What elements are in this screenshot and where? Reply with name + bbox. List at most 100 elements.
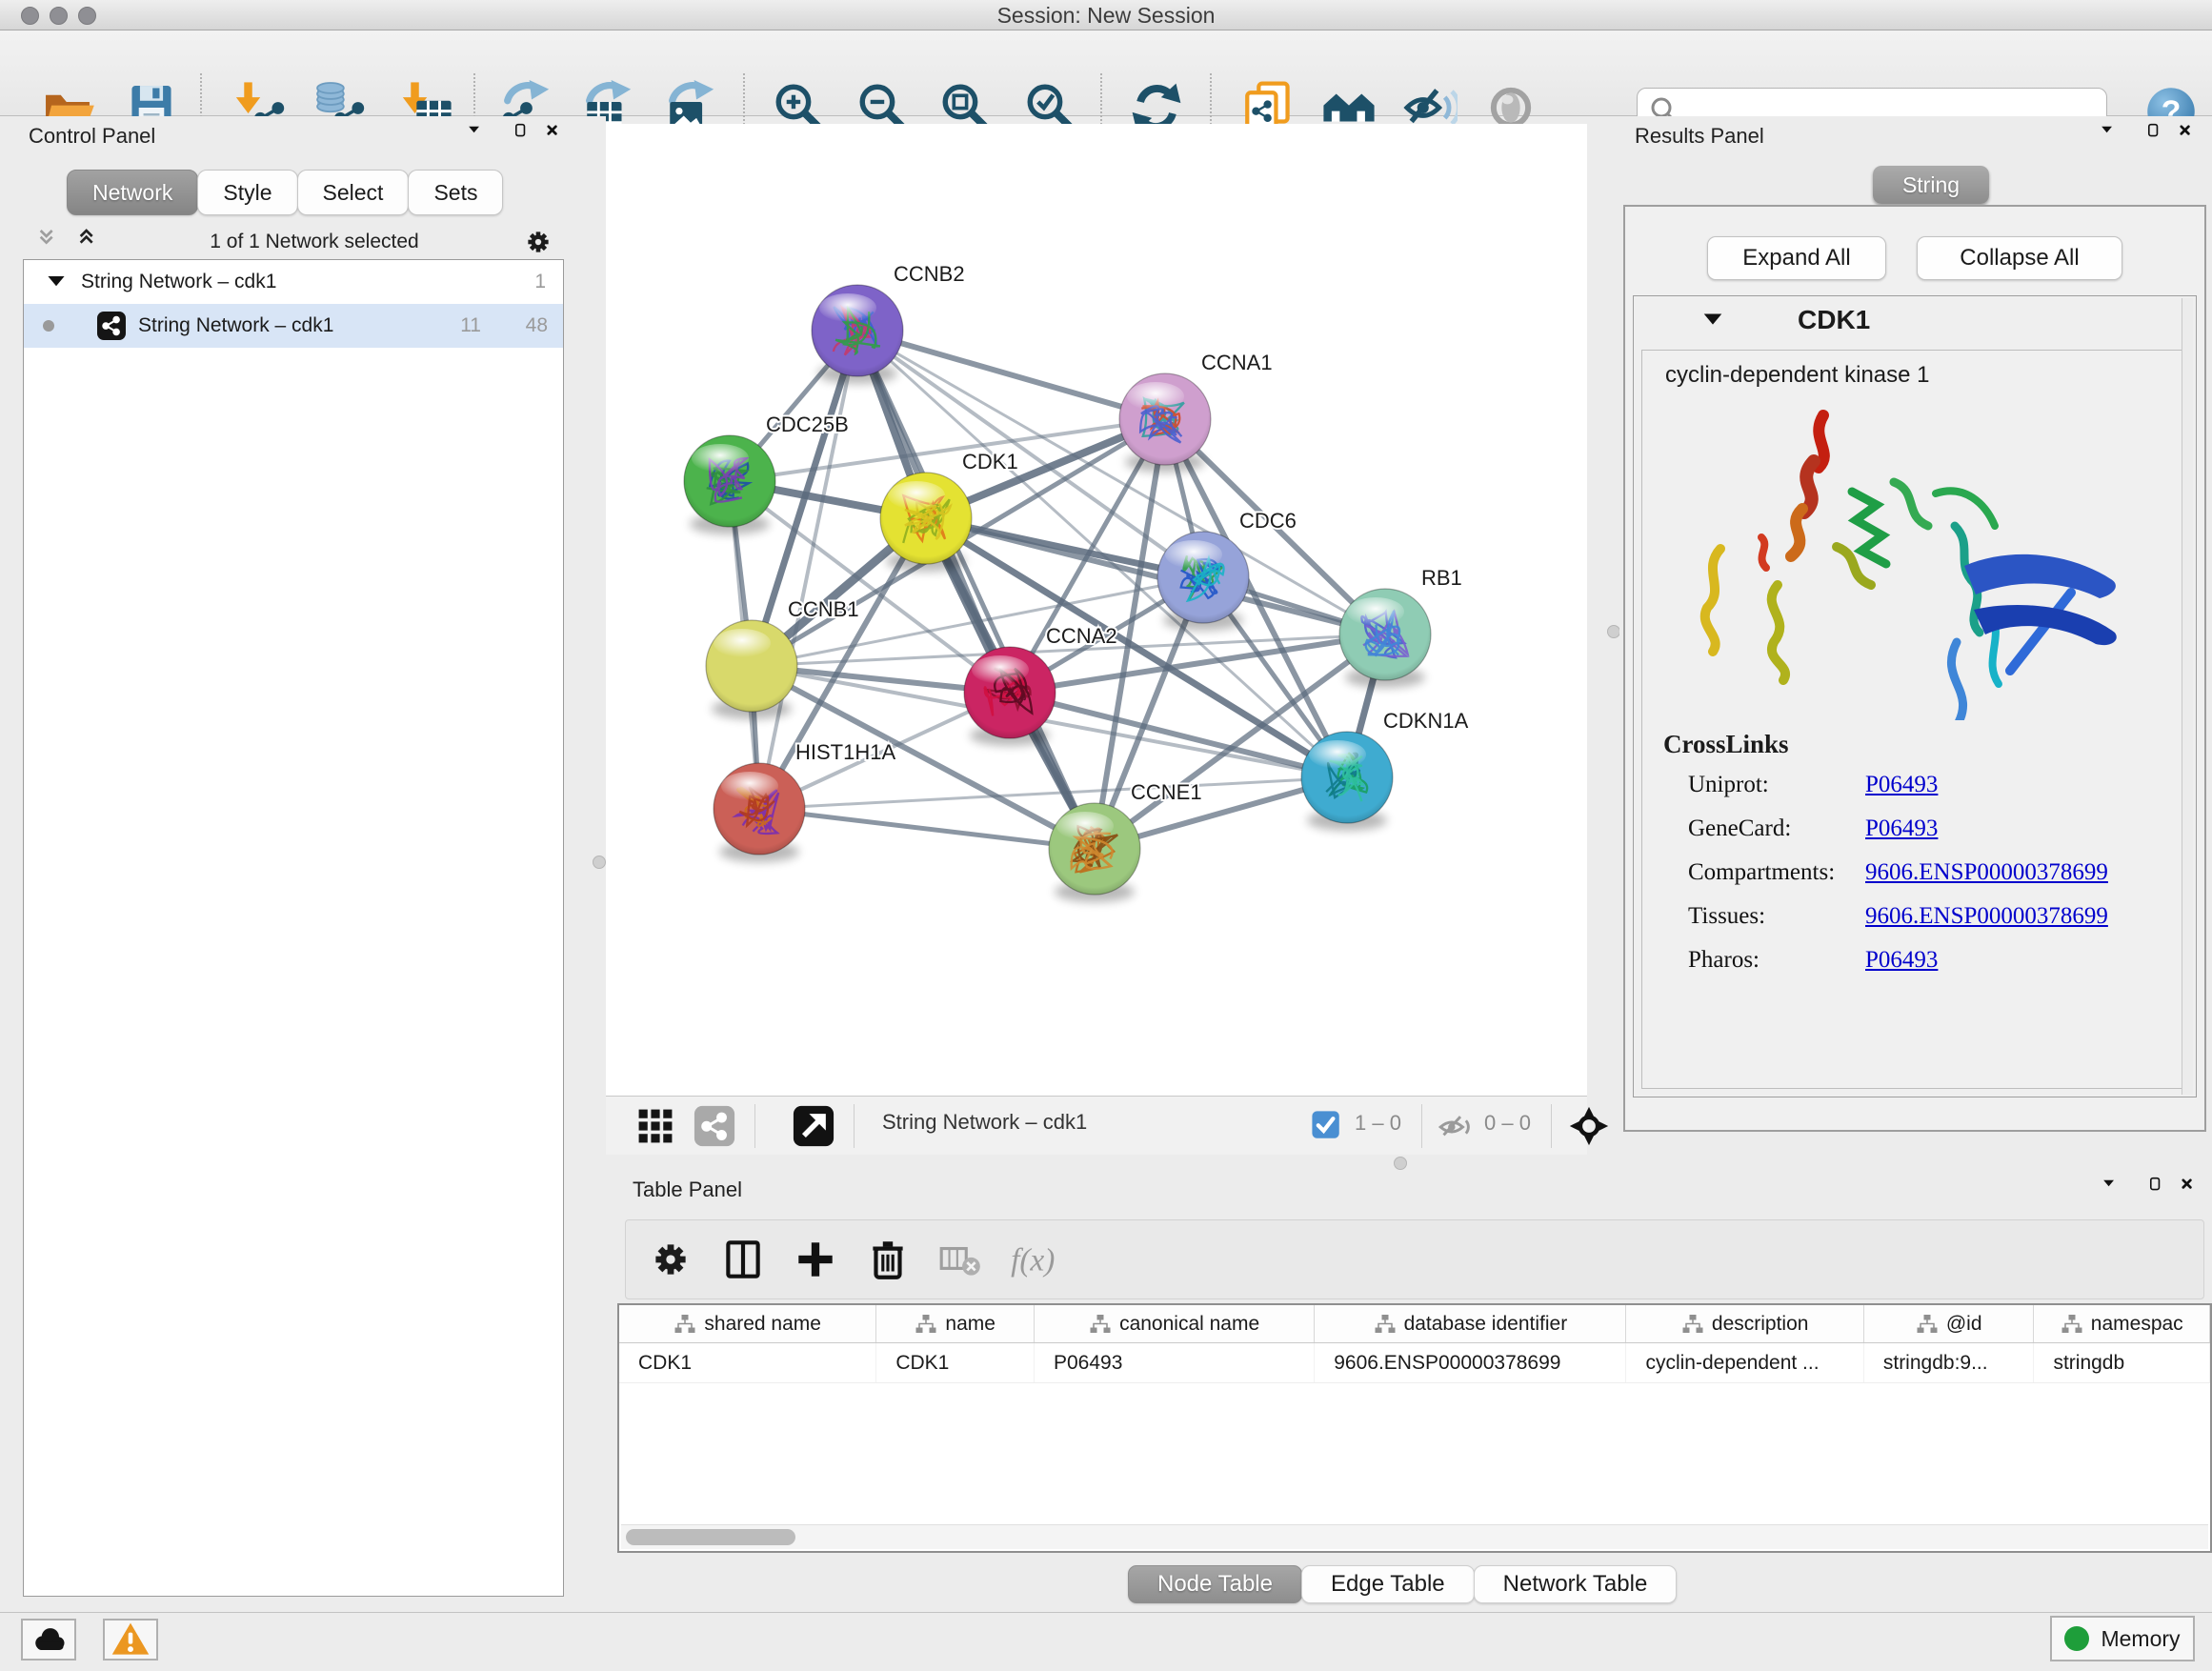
node-label: CCNA1 (1201, 351, 1273, 374)
network-node-CDC6[interactable]: CDC6 (1157, 509, 1297, 631)
network-tree-row[interactable]: String Network – cdk1 11 48 (24, 304, 563, 348)
panel-close-icon[interactable] (2176, 122, 2204, 149)
grid-view-icon[interactable] (634, 1105, 676, 1147)
table-hscrollbar (621, 1524, 2208, 1549)
network-node-RB1[interactable]: RB1 (1339, 566, 1462, 688)
network-tree: String Network – cdk1 1 String Network –… (23, 259, 564, 1597)
left-splitter-handle[interactable] (593, 856, 606, 869)
table-row[interactable]: CDK1CDK1P064939606.ENSP00000378699cyclin… (619, 1343, 2210, 1383)
column-sort-icon (674, 1313, 696, 1336)
table-cell[interactable]: CDK1 (619, 1343, 876, 1382)
table-cell[interactable]: stringdb:9... (1864, 1343, 2035, 1382)
table-cell[interactable]: P06493 (1035, 1343, 1315, 1382)
hidden-nodes-eye-icon[interactable] (1437, 1108, 1475, 1146)
network-tree-row[interactable]: String Network – cdk1 1 (24, 260, 563, 304)
column-header-shared-name[interactable]: shared name (619, 1305, 876, 1342)
column-header-name[interactable]: name (876, 1305, 1035, 1342)
tab-network[interactable]: Network (67, 170, 198, 215)
column-header-canonical-name[interactable]: canonical name (1035, 1305, 1315, 1342)
crosslink-link[interactable]: 9606.ENSP00000378699 (1865, 903, 2108, 947)
warning-icon (110, 1619, 151, 1661)
crosslink-link[interactable]: P06493 (1865, 947, 1938, 991)
network-node-CCNB2[interactable]: CCNB2 (812, 262, 965, 384)
add-icon[interactable] (792, 1236, 839, 1283)
panel-close-icon[interactable] (543, 122, 572, 149)
warnings-button[interactable] (103, 1619, 158, 1661)
network-node-CDKN1A[interactable]: CDKN1A (1301, 709, 1469, 831)
table-cell[interactable]: CDK1 (876, 1343, 1035, 1382)
column-header-namespac[interactable]: namespac (2034, 1305, 2210, 1342)
tab-sets[interactable]: Sets (408, 170, 503, 215)
network-options-gear-icon[interactable] (522, 226, 554, 258)
delete-column-icon[interactable] (936, 1236, 984, 1283)
memory-button[interactable]: Memory (2050, 1616, 2195, 1661)
table-cell[interactable]: 9606.ENSP00000378699 (1315, 1343, 1626, 1382)
crosslink-link[interactable]: 9606.ENSP00000378699 (1865, 859, 2108, 903)
network-share-icon[interactable] (694, 1105, 735, 1147)
hscrollbar-thumb[interactable] (626, 1529, 795, 1545)
bottom-splitter-handle[interactable] (1394, 1157, 1407, 1170)
cloud-button[interactable] (21, 1619, 76, 1661)
crosslink-link[interactable]: P06493 (1865, 772, 1938, 815)
column-label: namespac (2091, 1313, 2183, 1336)
column-header-database-identifier[interactable]: database identifier (1315, 1305, 1626, 1342)
tab-select[interactable]: Select (297, 170, 410, 215)
expand-caret-icon[interactable] (45, 271, 68, 293)
panel-menu-caret-icon[interactable] (2100, 1176, 2128, 1202)
string-network-icon (96, 311, 127, 341)
network-node-HIST1H1A[interactable]: HIST1H1A (714, 740, 895, 862)
tab-network-table[interactable]: Network Table (1474, 1565, 1678, 1603)
tab-style[interactable]: Style (197, 170, 297, 215)
selected-nodes-checkbox[interactable] (1311, 1110, 1343, 1142)
table-cell[interactable]: stringdb (2034, 1343, 2210, 1382)
collapse-caret-icon (1700, 308, 1725, 332)
network-node-CDK1[interactable]: CDK1 (880, 450, 1018, 572)
crosslinks-heading: CrossLinks (1663, 730, 1789, 759)
memory-label: Memory (2101, 1626, 2180, 1652)
current-network-dot (43, 320, 54, 332)
right-splitter-handle[interactable] (1607, 625, 1620, 638)
table-header-row: shared name name canonical namedatabase id… (619, 1305, 2210, 1343)
collapse-all-networks-icon[interactable] (36, 227, 67, 257)
node-table: shared name name canonical namedatabase id… (617, 1303, 2212, 1553)
fit-content-crosshair-icon[interactable] (1568, 1105, 1610, 1147)
expand-all-button[interactable]: Expand All (1707, 236, 1886, 280)
crosslink-row: Uniprot: P06493 (1688, 772, 2174, 815)
gene-section-header[interactable]: CDK1 (1634, 296, 2196, 344)
network-canvas[interactable]: CCNB2 CCNA1 CDC25B CDK1 (606, 124, 1587, 1096)
collapse-all-button[interactable]: Collapse All (1917, 236, 2122, 280)
tab-edge-table[interactable]: Edge Table (1301, 1565, 1475, 1603)
panel-float-icon[interactable] (2143, 122, 2172, 149)
fx-icon[interactable]: f(x) (1009, 1236, 1056, 1283)
column-label: name (945, 1313, 995, 1336)
network-node-CDC25B[interactable]: CDC25B (684, 413, 849, 534)
column-header-@id[interactable]: @id (1864, 1305, 2035, 1342)
panel-menu-caret-icon[interactable] (2098, 122, 2126, 149)
table-cell[interactable]: cyclin-dependent ... (1626, 1343, 1863, 1382)
title-bar: Session: New Session (0, 0, 2212, 30)
crosslink-label: Tissues: (1688, 903, 1865, 947)
network-selected-status: 1 of 1 Network selected (107, 231, 522, 253)
network-graph[interactable]: CCNB2 CCNA1 CDC25B CDK1 (606, 124, 1587, 1096)
gear-icon[interactable] (647, 1236, 694, 1283)
crosslink-row: GeneCard: P06493 (1688, 815, 2174, 859)
node-label: RB1 (1421, 566, 1462, 590)
birds-eye-view-icon[interactable] (793, 1105, 835, 1147)
column-header-description[interactable]: description (1626, 1305, 1863, 1342)
expand-all-networks-icon[interactable] (76, 227, 107, 257)
panel-float-icon[interactable] (2145, 1176, 2174, 1202)
columns-icon[interactable] (719, 1236, 767, 1283)
results-panel-title: Results Panel (1635, 124, 1764, 149)
panel-menu-caret-icon[interactable] (465, 122, 493, 149)
panel-close-icon[interactable] (2178, 1176, 2206, 1202)
column-label: shared name (704, 1313, 821, 1336)
tab-string[interactable]: String (1873, 166, 1989, 204)
tab-node-table[interactable]: Node Table (1128, 1565, 1302, 1603)
crosslink-link[interactable]: P06493 (1865, 815, 1938, 859)
network-node-CCNA1[interactable]: CCNA1 (1119, 351, 1273, 473)
trash-icon[interactable] (864, 1236, 912, 1283)
panel-float-icon[interactable] (511, 122, 539, 149)
node-label: CCNA2 (1046, 624, 1117, 648)
control-panel-title: Control Panel (29, 124, 155, 149)
results-scrollbar[interactable] (2182, 298, 2193, 1095)
